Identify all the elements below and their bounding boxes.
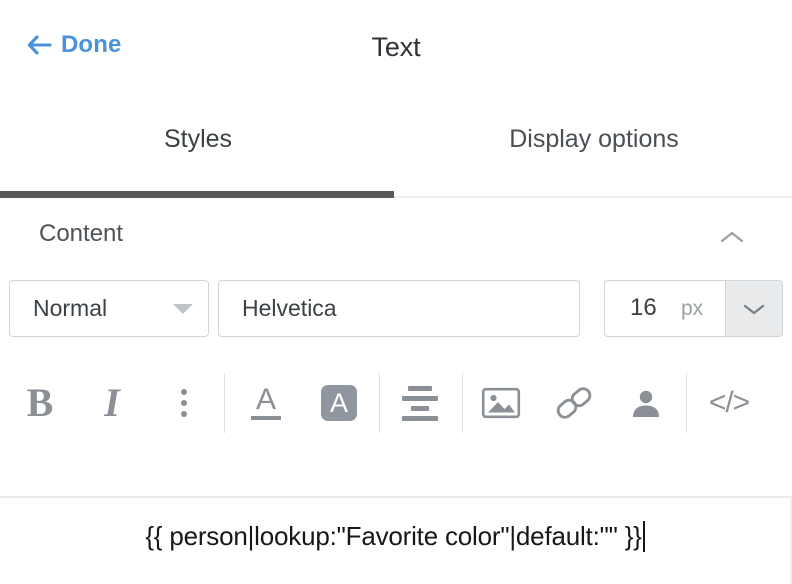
insert-image-button[interactable] [479, 375, 523, 431]
person-merge-icon [629, 387, 663, 419]
chevron-down-icon [742, 302, 766, 316]
content-section-header: Content [0, 198, 792, 277]
toolbar-divider [379, 373, 380, 433]
bold-icon: B [27, 383, 54, 423]
toolbar-divider [686, 373, 687, 433]
bold-button[interactable]: B [18, 375, 62, 431]
insert-merge-field-button[interactable] [625, 375, 667, 431]
text-editor-area[interactable]: {{ person|lookup:"Favorite color"|defaul… [0, 496, 792, 584]
more-options-icon [181, 389, 187, 417]
text-caret [643, 521, 645, 552]
font-family-select[interactable]: Helvetica [218, 280, 580, 337]
code-icon: </> [709, 386, 749, 420]
align-icon [402, 386, 438, 421]
page-title: Text [0, 32, 792, 63]
toolbar-divider [462, 373, 463, 433]
italic-button[interactable]: I [90, 375, 134, 431]
chevron-up-icon[interactable] [719, 229, 745, 245]
font-size-value: 16 [630, 294, 657, 322]
text-color-icon: A [251, 386, 281, 421]
italic-icon: I [104, 383, 120, 423]
font-family-value: Helvetica [242, 295, 337, 322]
text-editor-panel: Done Text Styles Display options Content… [0, 0, 792, 584]
panel-header: Done Text [0, 0, 792, 103]
paragraph-style-value: Normal [33, 295, 107, 322]
typography-controls: Normal Helvetica 16 px [0, 277, 792, 361]
tab-bar: Styles Display options [0, 103, 792, 198]
paragraph-style-select[interactable]: Normal [9, 280, 209, 337]
highlight-color-button[interactable]: A [319, 375, 359, 431]
editor-content-line: {{ person|lookup:"Favorite color"|defaul… [0, 521, 790, 552]
active-tab-indicator [0, 191, 394, 198]
font-size-control: 16 px [604, 280, 783, 337]
source-code-button[interactable]: </> [705, 375, 753, 431]
image-icon [481, 386, 521, 420]
font-size-unit: px [681, 297, 703, 321]
chevron-down-icon [173, 304, 193, 314]
more-options-button[interactable] [163, 375, 205, 431]
content-section-title: Content [39, 220, 123, 248]
toolbar-divider [224, 373, 225, 433]
font-size-dropdown-button[interactable] [725, 281, 782, 336]
link-icon [554, 386, 594, 420]
tab-styles[interactable]: Styles [0, 103, 396, 196]
formatting-toolbar: B I A A [0, 361, 792, 452]
align-button[interactable] [399, 375, 441, 431]
text-color-button[interactable]: A [243, 375, 289, 431]
font-size-input[interactable]: 16 px [605, 281, 725, 336]
highlight-color-icon: A [321, 385, 357, 421]
editor-content-text: {{ person|lookup:"Favorite color"|defaul… [145, 521, 641, 551]
tab-display-options[interactable]: Display options [396, 103, 792, 196]
insert-link-button[interactable] [552, 375, 596, 431]
